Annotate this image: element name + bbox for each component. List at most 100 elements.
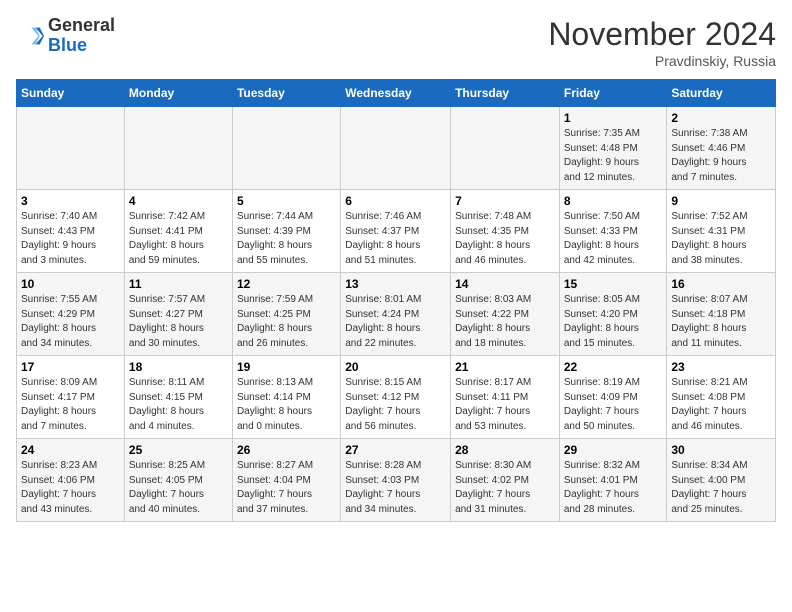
day-info: Sunrise: 7:44 AM Sunset: 4:39 PM Dayligh… <box>237 210 336 268</box>
day-number: 24 <box>21 443 120 457</box>
weekday-header-thursday: Thursday <box>451 80 560 107</box>
calendar-cell-0-6: 2Sunrise: 7:38 AM Sunset: 4:46 PM Daylig… <box>667 107 776 190</box>
calendar-cell-4-0: 24 Sunrise: 8:23 AM Sunset: 4:06 PM Dayli… <box>17 439 125 522</box>
weekday-header-sunday: Sunday <box>17 80 125 107</box>
weekday-header-tuesday: Tuesday <box>232 80 340 107</box>
calendar-cell-4-3: 27 Sunrise: 8:28 AM Sunset: 4:03 PM Dayli… <box>341 439 451 522</box>
calendar-cell-4-6: 30 Sunrise: 8:34 AM Sunset: 4:00 PM Dayli… <box>667 439 776 522</box>
day-info: Sunrise: 8:11 AM Sunset: 4:15 PM Dayligh… <box>129 376 228 434</box>
calendar-cell-3-4: 21 Sunrise: 8:17 AM Sunset: 4:11 PM Dayli… <box>451 356 560 439</box>
day-number: 26 <box>237 443 336 457</box>
day-info: Sunrise: 7:48 AM Sunset: 4:35 PM Dayligh… <box>455 210 555 268</box>
day-number: 15 <box>564 277 663 291</box>
day-info: Sunrise: 7:55 AM Sunset: 4:29 PM Dayligh… <box>21 293 120 351</box>
weekday-header-row: SundayMondayTuesdayWednesdayThursdayFrid… <box>17 80 776 107</box>
day-info: Sunrise: 7:52 AM Sunset: 4:31 PM Dayligh… <box>671 210 771 268</box>
day-number: 21 <box>455 360 555 374</box>
day-number: 13 <box>345 277 446 291</box>
day-number: 5 <box>237 194 336 208</box>
logo: General Blue <box>16 16 115 56</box>
day-number: 1 <box>564 111 663 125</box>
calendar-cell-1-5: 8 Sunrise: 7:50 AM Sunset: 4:33 PM Daylig… <box>559 190 667 273</box>
day-info: Sunrise: 8:07 AM Sunset: 4:18 PM Dayligh… <box>671 293 771 351</box>
logo-line2: Blue <box>48 36 115 56</box>
calendar-row-1: 3Sunrise: 7:40 AM Sunset: 4:43 PM Daylig… <box>17 190 776 273</box>
day-info: Sunrise: 8:32 AM Sunset: 4:01 PM Dayligh… <box>564 459 663 517</box>
day-number: 22 <box>564 360 663 374</box>
day-info: Sunrise: 7:59 AM Sunset: 4:25 PM Dayligh… <box>237 293 336 351</box>
day-number: 11 <box>129 277 228 291</box>
calendar-cell-3-0: 17Sunrise: 8:09 AM Sunset: 4:17 PM Dayli… <box>17 356 125 439</box>
day-info: Sunrise: 7:35 AM Sunset: 4:48 PM Dayligh… <box>564 127 663 185</box>
logo-text: General Blue <box>48 16 115 56</box>
day-info: Sunrise: 8:19 AM Sunset: 4:09 PM Dayligh… <box>564 376 663 434</box>
day-info: Sunrise: 7:38 AM Sunset: 4:46 PM Dayligh… <box>671 127 771 185</box>
day-info: Sunrise: 7:50 AM Sunset: 4:33 PM Dayligh… <box>564 210 663 268</box>
day-info: Sunrise: 8:21 AM Sunset: 4:08 PM Dayligh… <box>671 376 771 434</box>
day-number: 8 <box>564 194 663 208</box>
month-title: November 2024 <box>548 16 776 53</box>
weekday-header-saturday: Saturday <box>667 80 776 107</box>
logo-icon <box>16 22 44 50</box>
weekday-header-friday: Friday <box>559 80 667 107</box>
day-number: 30 <box>671 443 771 457</box>
calendar-cell-0-0 <box>17 107 125 190</box>
calendar-row-2: 10 Sunrise: 7:55 AM Sunset: 4:29 PM Dayli… <box>17 273 776 356</box>
calendar-cell-0-4 <box>451 107 560 190</box>
day-info: Sunrise: 8:28 AM Sunset: 4:03 PM Dayligh… <box>345 459 446 517</box>
day-info: Sunrise: 8:17 AM Sunset: 4:11 PM Dayligh… <box>455 376 555 434</box>
calendar-cell-1-2: 5 Sunrise: 7:44 AM Sunset: 4:39 PM Daylig… <box>232 190 340 273</box>
weekday-header-monday: Monday <box>124 80 232 107</box>
day-number: 3 <box>21 194 120 208</box>
day-number: 27 <box>345 443 446 457</box>
day-number: 10 <box>21 277 120 291</box>
day-number: 12 <box>237 277 336 291</box>
calendar-cell-4-2: 26 Sunrise: 8:27 AM Sunset: 4:04 PM Dayli… <box>232 439 340 522</box>
calendar-cell-1-3: 6 Sunrise: 7:46 AM Sunset: 4:37 PM Daylig… <box>341 190 451 273</box>
day-number: 17 <box>21 360 120 374</box>
day-info: Sunrise: 8:27 AM Sunset: 4:04 PM Dayligh… <box>237 459 336 517</box>
day-number: 20 <box>345 360 446 374</box>
logo-line1: General <box>48 16 115 36</box>
calendar-cell-3-5: 22 Sunrise: 8:19 AM Sunset: 4:09 PM Dayli… <box>559 356 667 439</box>
calendar-row-3: 17Sunrise: 8:09 AM Sunset: 4:17 PM Dayli… <box>17 356 776 439</box>
day-number: 6 <box>345 194 446 208</box>
calendar-cell-2-1: 11 Sunrise: 7:57 AM Sunset: 4:27 PM Dayli… <box>124 273 232 356</box>
day-info: Sunrise: 8:15 AM Sunset: 4:12 PM Dayligh… <box>345 376 446 434</box>
day-info: Sunrise: 8:05 AM Sunset: 4:20 PM Dayligh… <box>564 293 663 351</box>
calendar-cell-1-0: 3Sunrise: 7:40 AM Sunset: 4:43 PM Daylig… <box>17 190 125 273</box>
day-number: 25 <box>129 443 228 457</box>
day-info: Sunrise: 8:13 AM Sunset: 4:14 PM Dayligh… <box>237 376 336 434</box>
day-info: Sunrise: 8:23 AM Sunset: 4:06 PM Dayligh… <box>21 459 120 517</box>
day-number: 16 <box>671 277 771 291</box>
day-info: Sunrise: 7:57 AM Sunset: 4:27 PM Dayligh… <box>129 293 228 351</box>
calendar-cell-0-1 <box>124 107 232 190</box>
calendar-cell-2-3: 13Sunrise: 8:01 AM Sunset: 4:24 PM Dayli… <box>341 273 451 356</box>
day-number: 14 <box>455 277 555 291</box>
calendar-cell-1-4: 7Sunrise: 7:48 AM Sunset: 4:35 PM Daylig… <box>451 190 560 273</box>
calendar-cell-3-6: 23Sunrise: 8:21 AM Sunset: 4:08 PM Dayli… <box>667 356 776 439</box>
calendar-table: SundayMondayTuesdayWednesdayThursdayFrid… <box>16 79 776 522</box>
weekday-header-wednesday: Wednesday <box>341 80 451 107</box>
title-block: November 2024 Pravdinskiy, Russia <box>548 16 776 69</box>
calendar-cell-2-0: 10 Sunrise: 7:55 AM Sunset: 4:29 PM Dayli… <box>17 273 125 356</box>
calendar-cell-4-5: 29Sunrise: 8:32 AM Sunset: 4:01 PM Dayli… <box>559 439 667 522</box>
day-number: 28 <box>455 443 555 457</box>
location: Pravdinskiy, Russia <box>548 53 776 69</box>
calendar-cell-2-6: 16 Sunrise: 8:07 AM Sunset: 4:18 PM Dayli… <box>667 273 776 356</box>
calendar-cell-0-5: 1 Sunrise: 7:35 AM Sunset: 4:48 PM Daylig… <box>559 107 667 190</box>
calendar-cell-4-4: 28 Sunrise: 8:30 AM Sunset: 4:02 PM Dayli… <box>451 439 560 522</box>
calendar-row-4: 24 Sunrise: 8:23 AM Sunset: 4:06 PM Dayli… <box>17 439 776 522</box>
day-info: Sunrise: 7:46 AM Sunset: 4:37 PM Dayligh… <box>345 210 446 268</box>
day-number: 19 <box>237 360 336 374</box>
day-info: Sunrise: 8:30 AM Sunset: 4:02 PM Dayligh… <box>455 459 555 517</box>
calendar-cell-0-3 <box>341 107 451 190</box>
day-number: 4 <box>129 194 228 208</box>
day-number: 18 <box>129 360 228 374</box>
day-number: 9 <box>671 194 771 208</box>
day-info: Sunrise: 8:03 AM Sunset: 4:22 PM Dayligh… <box>455 293 555 351</box>
day-info: Sunrise: 7:42 AM Sunset: 4:41 PM Dayligh… <box>129 210 228 268</box>
calendar-cell-3-3: 20 Sunrise: 8:15 AM Sunset: 4:12 PM Dayli… <box>341 356 451 439</box>
day-info: Sunrise: 8:25 AM Sunset: 4:05 PM Dayligh… <box>129 459 228 517</box>
day-info: Sunrise: 8:34 AM Sunset: 4:00 PM Dayligh… <box>671 459 771 517</box>
